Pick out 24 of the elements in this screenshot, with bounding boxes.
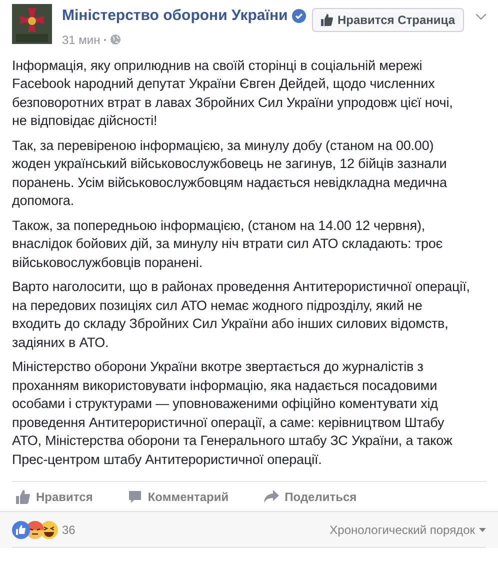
page-avatar[interactable] [12,4,52,44]
share-action[interactable]: Поделиться [264,488,357,506]
speech-bubble-icon [128,490,142,504]
page-name[interactable]: Міністерство оборони України [62,5,288,28]
thumbs-up-icon [321,14,334,26]
post-paragraph: Інформація, яку оприлюднив на своїй сторінці в соціальній мережі Facebook народний депутат України Євген Дейдей, щодо численних безповоротних втрат в лавах Збройних Сил України упродовж цієї ночі, не відповідає дійсності! [12,56,454,130]
like-reaction-icon[interactable] [12,520,30,538]
like-page-button[interactable]: Нравится Страница [312,8,464,32]
caret-icon [479,528,486,532]
thumbs-up-icon [16,490,30,504]
globe-icon [110,34,122,45]
post-paragraph: Варто наголосити, що в районах проведення Антитерористичної операції, на передових позиціях сил АТО немає жодного підрозділу, який не входить до складу Збройних Сил України або інших силових відомств, задіяних в АТО. [12,278,470,352]
laughing-face-icon[interactable] [40,520,58,538]
chevron-down-icon[interactable] [476,14,486,20]
post-paragraph: Так, за перевіреною інформацією, за минулу добу (станом на 00.00) жоден український військовослужбовець не загинув, 12 бійців зазнали поранень. Усім військовослужбовцям надається невідкладна медична допомога. [12,136,448,210]
reaction-count[interactable]: 36 [62,520,76,538]
angry-face-icon[interactable] [26,520,44,538]
post-paragraph: Міністерство оборони України вкотре звертається до журналістів з проханням використовувати інформацію, яка надається посадовими особами і структурами — уповноваженими офіційно коментувати хід проведення Антитерористичної операції, а саме: керівництвом Штабу АТО, Міністерства оборони та Генерального штабу ЗС України, а також Прес-центром штабу Антитерористичної операції. [12,358,454,469]
post-time[interactable]: 31 мин [62,30,100,48]
like-action[interactable]: Нравится [16,488,93,506]
share-arrow-icon [264,490,279,503]
sort-dropdown[interactable]: Хронологический порядок [330,520,486,538]
comment-action[interactable]: Комментарий [128,488,229,506]
post-paragraph: Також, за попередньою інформацією, (станом на 14.00 12 червня), внаслідок бойових дій, за минулу ніч втрати сил АТО складають: троє військовослужбовців поранені. [12,216,444,272]
